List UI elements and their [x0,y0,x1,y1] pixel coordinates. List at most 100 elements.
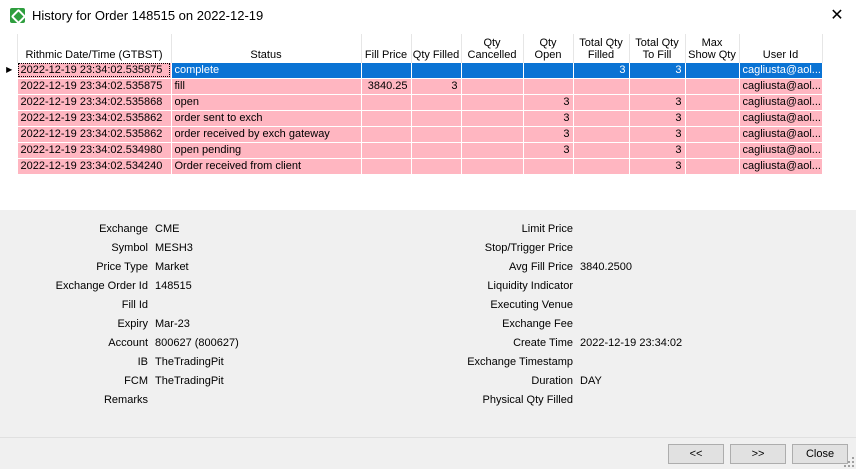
close-window-button[interactable]: ✕ [828,5,846,25]
total-qty-filled-cell[interactable] [572,157,630,175]
qty-cancelled-cell[interactable] [460,125,524,143]
qty-cancelled-cell[interactable] [460,61,524,79]
status-cell[interactable]: order sent to exch [170,109,362,127]
fill-price-cell[interactable] [360,141,412,159]
qty-open-cell[interactable]: 3 [522,141,574,159]
max-show-qty-cell[interactable] [684,93,740,111]
table-row[interactable]: 2022-12-19 23:34:02.535862 order sent to … [2,109,823,127]
qty-filled-cell[interactable] [410,61,462,79]
qty-cancelled-cell[interactable] [460,157,524,175]
table-row[interactable]: 2022-12-19 23:34:02.535862 order received… [2,125,823,143]
qty-filled-cell[interactable] [410,93,462,111]
column-header[interactable]: Qty Open [523,34,574,62]
total-qty-filled-cell[interactable] [572,77,630,95]
qty-filled-cell[interactable] [410,141,462,159]
datetime-cell[interactable]: 2022-12-19 23:34:02.535862 [16,125,172,143]
row-indicator-icon [2,110,17,126]
detail-label: Avg Fill Price [509,261,573,273]
app-icon [10,8,25,23]
row-indicator-icon [2,126,17,142]
total-qty-to-fill-cell[interactable]: 3 [628,157,686,175]
max-show-qty-cell[interactable] [684,109,740,127]
qty-filled-cell[interactable] [410,109,462,127]
table-row[interactable]: ▶ 2022-12-19 23:34:02.535875 complete 3 3 cag… [2,61,823,79]
column-header[interactable]: Total Qty To Fill [629,34,686,62]
row-indicator-icon [2,158,17,174]
datetime-cell[interactable]: 2022-12-19 23:34:02.535862 [16,109,172,127]
qty-filled-cell[interactable] [410,125,462,143]
qty-open-cell[interactable] [522,61,574,79]
status-cell[interactable]: fill [170,77,362,95]
total-qty-to-fill-cell[interactable]: 3 [628,141,686,159]
total-qty-filled-cell[interactable] [572,125,630,143]
user-id-cell[interactable]: cagliusta@aol... [738,93,823,111]
user-id-cell[interactable]: cagliusta@aol... [738,141,823,159]
datetime-cell[interactable]: 2022-12-19 23:34:02.534980 [16,141,172,159]
total-qty-filled-cell[interactable] [572,109,630,127]
fill-price-cell[interactable] [360,125,412,143]
column-header[interactable]: Qty Cancelled [461,34,524,62]
qty-open-cell[interactable]: 3 [522,109,574,127]
datetime-cell[interactable]: 2022-12-19 23:34:02.535875 [16,61,172,79]
user-id-cell[interactable]: cagliusta@aol... [738,157,823,175]
fill-price-cell[interactable] [360,157,412,175]
total-qty-filled-cell[interactable] [572,93,630,111]
qty-filled-cell[interactable]: 3 [410,77,462,95]
column-header[interactable]: Max Show Qty [685,34,740,62]
total-qty-to-fill-cell[interactable]: 3 [628,109,686,127]
user-id-cell[interactable]: cagliusta@aol... [738,77,823,95]
total-qty-filled-cell[interactable]: 3 [572,61,630,79]
qty-cancelled-cell[interactable] [460,77,524,95]
table-row[interactable]: 2022-12-19 23:34:02.535875 fill 3840.25 3 ca… [2,77,823,95]
total-qty-to-fill-cell[interactable]: 3 [628,125,686,143]
column-header[interactable]: Total Qty Filled [573,34,630,62]
close-button[interactable]: Close [792,444,848,464]
total-qty-to-fill-cell[interactable]: 3 [628,93,686,111]
column-header[interactable]: Rithmic Date/Time (GTBST) [17,34,172,62]
max-show-qty-cell[interactable] [684,157,740,175]
title-bar: History for Order 148515 on 2022-12-19 ✕ [0,0,856,32]
datetime-cell[interactable]: 2022-12-19 23:34:02.535875 [16,77,172,95]
fill-price-cell[interactable] [360,61,412,79]
fill-price-cell[interactable] [360,109,412,127]
column-header[interactable]: Fill Price [361,34,412,62]
datetime-cell[interactable]: 2022-12-19 23:34:02.535868 [16,93,172,111]
table-row[interactable]: 2022-12-19 23:34:02.534980 open pending 3 3… [2,141,823,159]
status-cell[interactable]: open [170,93,362,111]
status-cell[interactable]: open pending [170,141,362,159]
previous-button[interactable]: << [668,444,724,464]
column-header[interactable]: Qty Filled [411,34,462,62]
total-qty-to-fill-cell[interactable] [628,77,686,95]
qty-open-cell[interactable] [522,157,574,175]
user-id-cell[interactable]: cagliusta@aol... [738,109,823,127]
max-show-qty-cell[interactable] [684,141,740,159]
total-qty-filled-cell[interactable] [572,141,630,159]
max-show-qty-cell[interactable] [684,61,740,79]
detail-label: Physical Qty Filled [482,394,573,406]
status-cell[interactable]: Order received from client [170,157,362,175]
qty-cancelled-cell[interactable] [460,93,524,111]
next-button[interactable]: >> [730,444,786,464]
detail-label: Stop/Trigger Price [484,242,573,254]
status-cell[interactable]: complete [170,61,362,79]
resize-grip[interactable] [844,457,854,467]
datetime-cell[interactable]: 2022-12-19 23:34:02.534240 [16,157,172,175]
qty-cancelled-cell[interactable] [460,109,524,127]
status-cell[interactable]: order received by exch gateway [170,125,362,143]
table-row[interactable]: 2022-12-19 23:34:02.535868 open 3 3 cagliust… [2,93,823,111]
user-id-cell[interactable]: cagliusta@aol... [738,125,823,143]
total-qty-to-fill-cell[interactable]: 3 [628,61,686,79]
fill-price-cell[interactable] [360,93,412,111]
qty-filled-cell[interactable] [410,157,462,175]
max-show-qty-cell[interactable] [684,125,740,143]
qty-cancelled-cell[interactable] [460,141,524,159]
max-show-qty-cell[interactable] [684,77,740,95]
column-header[interactable]: User Id [739,34,823,62]
table-row[interactable]: 2022-12-19 23:34:02.534240 Order received… [2,157,823,175]
fill-price-cell[interactable]: 3840.25 [360,77,412,95]
qty-open-cell[interactable]: 3 [522,125,574,143]
column-header[interactable]: Status [171,34,362,62]
qty-open-cell[interactable]: 3 [522,93,574,111]
qty-open-cell[interactable] [522,77,574,95]
user-id-cell[interactable]: cagliusta@aol... [738,61,823,79]
